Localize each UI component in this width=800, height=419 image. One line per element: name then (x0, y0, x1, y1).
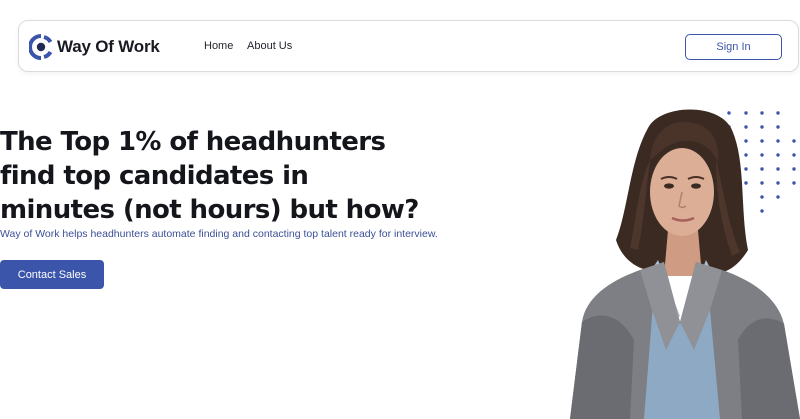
hero-portrait-image (570, 109, 800, 419)
sign-in-button[interactable]: Sign In (685, 34, 782, 60)
hero-subtext: Way of Work helps headhunters automate f… (0, 228, 438, 240)
nav-link-home[interactable]: Home (204, 40, 233, 52)
ring-logo-icon (29, 34, 53, 60)
headline-line-2: find top candidates in (0, 161, 309, 191)
contact-sales-button[interactable]: Contact Sales (0, 260, 104, 289)
hero-headline: The Top 1% of headhunters find top candi… (0, 125, 430, 227)
headline-line-1: The Top 1% of headhunters (0, 127, 386, 157)
logo[interactable]: Way Of Work (29, 33, 160, 61)
headline-line-3: minutes (not hours) but how? (0, 195, 419, 225)
nav-link-about-us[interactable]: About Us (247, 40, 292, 52)
navbar: Way Of Work Home About Us Sign In (18, 20, 799, 72)
brand-name: Way Of Work (57, 37, 160, 56)
